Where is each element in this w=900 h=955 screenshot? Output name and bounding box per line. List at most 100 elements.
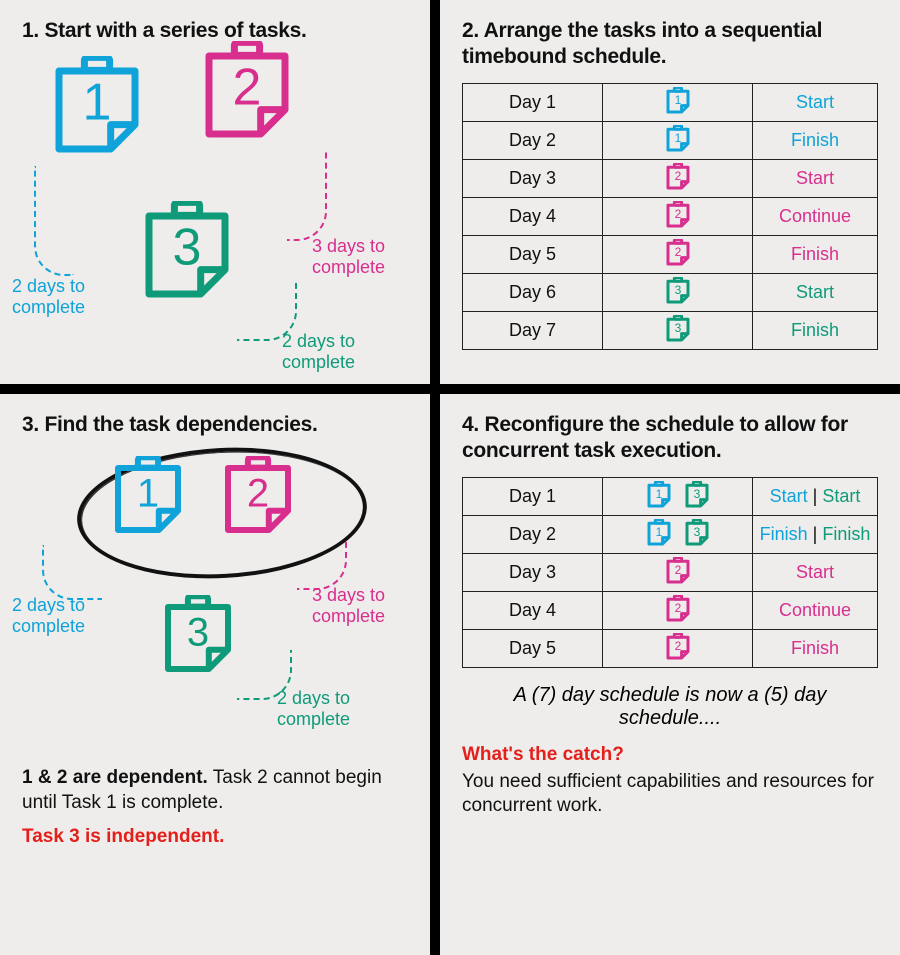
panel-4-title: 4. Reconfigure the schedule to allow for… bbox=[462, 412, 878, 465]
status-text: Finish bbox=[822, 524, 870, 544]
task-3-duration: 2 days to complete bbox=[282, 331, 372, 372]
svg-text:3: 3 bbox=[674, 321, 681, 335]
clipboard-icon: 2 bbox=[663, 557, 693, 587]
svg-text:1: 1 bbox=[83, 74, 112, 132]
connector-2 bbox=[297, 540, 347, 590]
schedule-row: Day 113Start | Start bbox=[463, 477, 878, 515]
task-2-duration: 3 days to complete bbox=[312, 585, 402, 626]
task-3-icon: 3 bbox=[142, 201, 232, 301]
schedule-row: Day 3 2 Start bbox=[463, 159, 878, 197]
day-cell: Day 5 bbox=[463, 235, 603, 273]
task-icon-cell: 2 bbox=[603, 235, 753, 273]
task-icon-cell: 2 bbox=[603, 553, 753, 591]
status-text: Finish bbox=[760, 524, 808, 544]
day-cell: Day 3 bbox=[463, 553, 603, 591]
day-cell: Day 2 bbox=[463, 121, 603, 159]
schedule-row: Day 52Finish bbox=[463, 629, 878, 667]
status-cell: Finish | Finish bbox=[753, 515, 878, 553]
task-2-icon: 2 bbox=[222, 456, 294, 536]
task-icon-cell: 3 bbox=[603, 273, 753, 311]
schedule-row: Day 42Continue bbox=[463, 591, 878, 629]
clipboard-icon: 1 bbox=[663, 125, 693, 155]
svg-text:3: 3 bbox=[173, 219, 202, 277]
status-text: Finish bbox=[791, 638, 839, 658]
svg-text:2: 2 bbox=[233, 59, 262, 117]
schedule-row: Day 7 3 Finish bbox=[463, 311, 878, 349]
schedule-row: Day 4 2 Continue bbox=[463, 197, 878, 235]
task-icon-cell: 1 bbox=[603, 83, 753, 121]
status-text: Finish bbox=[791, 130, 839, 150]
schedule-row: Day 63Start bbox=[463, 273, 878, 311]
svg-text:1: 1 bbox=[137, 472, 159, 516]
svg-text:3: 3 bbox=[187, 611, 209, 655]
day-cell: Day 4 bbox=[463, 197, 603, 235]
status-text: Continue bbox=[779, 206, 851, 226]
clipboard-icon: 1 bbox=[663, 87, 693, 117]
svg-text:3: 3 bbox=[693, 525, 700, 539]
status-text: Start bbox=[796, 562, 834, 582]
svg-text:2: 2 bbox=[247, 472, 269, 516]
clipboard-icon: 2 bbox=[663, 163, 693, 193]
svg-text:1: 1 bbox=[674, 131, 681, 145]
clipboard-icon: 3 bbox=[663, 315, 693, 345]
task-icon-cell: 2 bbox=[603, 197, 753, 235]
task-icon-cell: 1 bbox=[603, 121, 753, 159]
status-text: Continue bbox=[779, 600, 851, 620]
panel-3-stage: 1 2 3 2 days to complete 3 days to compl… bbox=[22, 450, 408, 760]
day-cell: Day 3 bbox=[463, 159, 603, 197]
day-cell: Day 7 bbox=[463, 311, 603, 349]
task-1-duration: 2 days to complete bbox=[12, 276, 102, 317]
dep-bold: 1 & 2 are dependent. bbox=[22, 767, 208, 788]
clipboard-icon: 2 bbox=[663, 201, 693, 231]
status-cell: Finish bbox=[753, 235, 878, 273]
svg-text:2: 2 bbox=[674, 601, 681, 615]
task-3-duration: 2 days to complete bbox=[277, 688, 367, 729]
status-cell: Finish bbox=[753, 629, 878, 667]
status-cell: Continue bbox=[753, 591, 878, 629]
clipboard-icon: 3 bbox=[663, 277, 693, 307]
svg-text:2: 2 bbox=[674, 207, 681, 221]
schedule-row: Day 3 2 Start bbox=[463, 553, 878, 591]
status-text: Start bbox=[796, 168, 834, 188]
status-cell: Continue bbox=[753, 197, 878, 235]
task-icon-cell: 2 bbox=[603, 591, 753, 629]
dependency-text: 1 & 2 are dependent. Task 2 cannot begin… bbox=[22, 766, 408, 815]
task-2-icon: 2 bbox=[202, 41, 292, 141]
status-text: Finish bbox=[791, 244, 839, 264]
panel-1-stage: 1 2 3 2 days to complete 3 days to compl… bbox=[22, 56, 408, 366]
svg-text:2: 2 bbox=[674, 169, 681, 183]
task-2-duration: 3 days to complete bbox=[312, 236, 402, 277]
schedule-summary: A (7) day schedule is now a (5) day sche… bbox=[492, 684, 848, 730]
schedule-concurrent-table: Day 113Start | StartDay 213Finish | Fini… bbox=[462, 477, 878, 668]
status-cell: Start bbox=[753, 83, 878, 121]
status-cell: Start bbox=[753, 159, 878, 197]
day-cell: Day 2 bbox=[463, 515, 603, 553]
day-cell: Day 1 bbox=[463, 477, 603, 515]
svg-text:2: 2 bbox=[674, 639, 681, 653]
svg-text:1: 1 bbox=[655, 487, 662, 501]
task-1-icon: 1 bbox=[52, 56, 142, 156]
status-text: Start bbox=[770, 486, 808, 506]
clipboard-icon: 2 bbox=[663, 633, 693, 663]
catch-body: You need sufficient capabilities and res… bbox=[462, 770, 878, 819]
panel-2: 2. Arrange the tasks into a sequential t… bbox=[440, 0, 900, 394]
clipboard-icon: 1 bbox=[644, 481, 674, 511]
panel-3: 3. Find the task dependencies. 1 2 3 2 d… bbox=[0, 394, 440, 955]
task-icon-cell: 13 bbox=[603, 477, 753, 515]
task-icon-cell: 3 bbox=[603, 311, 753, 349]
connector-1 bbox=[42, 545, 102, 600]
connector-2 bbox=[287, 151, 327, 241]
task-icon-cell: 2 bbox=[603, 629, 753, 667]
panel-3-title: 3. Find the task dependencies. bbox=[22, 412, 408, 438]
panel-2-title: 2. Arrange the tasks into a sequential t… bbox=[462, 18, 878, 71]
schedule-row: Day 2 1 Finish bbox=[463, 121, 878, 159]
status-text: Finish bbox=[791, 320, 839, 340]
clipboard-icon: 3 bbox=[682, 519, 712, 549]
task-3-icon: 3 bbox=[162, 595, 234, 675]
independent-text: Task 3 is independent. bbox=[22, 826, 408, 848]
status-cell: Finish bbox=[753, 311, 878, 349]
svg-text:2: 2 bbox=[674, 563, 681, 577]
task-1-icon: 1 bbox=[112, 456, 184, 536]
status-cell: Start bbox=[753, 553, 878, 591]
status-cell: Start | Start bbox=[753, 477, 878, 515]
